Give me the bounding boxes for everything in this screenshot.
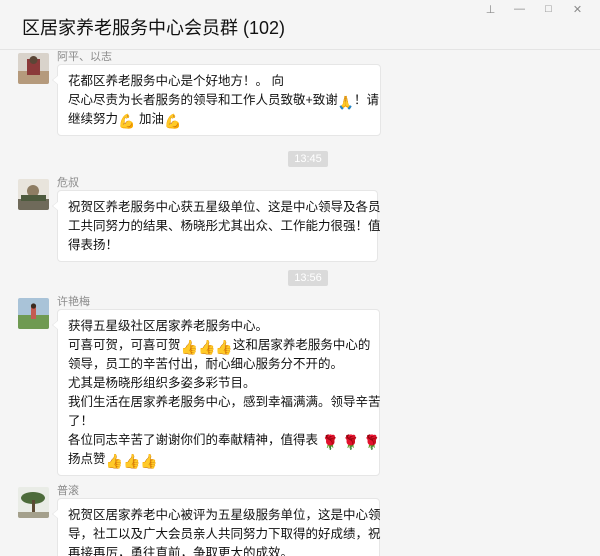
sender-name: 阿平、以志 [57, 51, 112, 63]
timestamp: 13:56 [288, 270, 328, 286]
pin-icon[interactable]: ⊥ [476, 0, 505, 18]
message-text: 花都区养老服务中心是个好地方！。 向 [68, 74, 284, 88]
thumbs-up-icon: 👍 [215, 339, 233, 355]
pray-emoji-icon: 🙏 [337, 95, 354, 110]
message-text: 我们生活在居家养老服务中心，感到幸福满满。领导辛苦 [68, 395, 381, 409]
message-text: 再接再厉，勇往直前，争取更大的成效。 [68, 546, 294, 556]
message-bubble[interactable]: 花都区养老服务中心是个好地方！。 向 尽心尽责为长者服务的领导和工作人员致敬+致… [52, 64, 381, 136]
message-text: 扬点赞 [68, 452, 106, 466]
message-text: 各位同志辛苦了谢谢你们的奉献精神，值得表 [68, 433, 319, 447]
flexed-biceps-icon: 💪 [163, 113, 182, 129]
message-text: 继续努力 [68, 112, 119, 126]
message-text: 了！ [68, 414, 94, 428]
minimize-icon[interactable]: — [505, 0, 534, 18]
message-text: 尤其是杨晓彤组织多姿多彩节目。 [68, 376, 256, 390]
message-text: 可喜可贺，可喜可贺 [68, 338, 181, 352]
message-text: ！请 [354, 93, 380, 107]
sender-name: 危叔 [57, 177, 79, 189]
window-controls: ⊥ — □ ✕ [476, 0, 592, 18]
rose-icon: 🌹 [321, 434, 339, 450]
thumbs-up-icon: 👍 [140, 453, 158, 469]
timestamp: 13:45 [288, 151, 328, 167]
message-text: 祝贺区养老服务中心获五星级单位、这是中心领导及各员 [68, 200, 381, 214]
sender-name: 普滚 [57, 485, 79, 497]
thumbs-up-icon: 👍 [197, 339, 216, 355]
message-bubble[interactable]: 祝贺区居家养老中心被评为五星级服务单位，这是中心领 导，社工以及广大会员亲人共同… [52, 498, 381, 556]
thumbs-up-icon: 👍 [180, 339, 198, 355]
rose-icon: 🌹 [363, 434, 381, 450]
avatar[interactable] [18, 179, 49, 210]
message-bubble[interactable]: 获得五星级社区居家养老服务中心。 可喜可贺，可喜可贺👍👍👍这和居家养老服务中心的… [52, 309, 381, 476]
avatar[interactable] [18, 298, 49, 329]
close-icon[interactable]: ✕ [563, 0, 592, 18]
maximize-icon[interactable]: □ [534, 0, 563, 18]
message-text: 加油 [138, 112, 164, 126]
thumbs-up-icon: 👍 [122, 453, 141, 469]
message-bubble[interactable]: 祝贺区养老服务中心获五星级单位、这是中心领导及各员 工共同努力的结果、杨晓彤尤其… [52, 190, 381, 262]
message-text: 祝贺区居家养老中心被评为五星级服务单位，这是中心领 [68, 508, 381, 522]
avatar[interactable] [18, 487, 49, 518]
message-text: 领导，员工的辛苦付出，耐心细心服务分不开的。 [68, 357, 344, 371]
message-text: 这和居家养老服务中心的 [232, 338, 371, 352]
message-text: 获得五星级社区居家养老服务中心。 [68, 319, 269, 333]
chat-title: 区居家养老服务中心会员群 (102) [22, 18, 286, 38]
avatar[interactable] [18, 53, 49, 84]
thumbs-up-icon: 👍 [105, 453, 123, 469]
chat-feed[interactable]: 阿平、以志 花都区养老服务中心是个好地方！。 向 尽心尽责为长者服务的领导和工作… [0, 51, 600, 556]
flexed-biceps-icon: 💪 [118, 113, 136, 129]
message-text: 得表扬！ [68, 238, 119, 252]
message-text: 工共同努力的结果、杨晓彤尤其出众、工作能力很强！值 [68, 219, 381, 233]
rose-icon: 🌹 [342, 434, 360, 450]
message-text: 导，社工以及广大会员亲人共同努力下取得的好成绩，祝 [68, 527, 381, 541]
sender-name: 许艳梅 [57, 296, 90, 308]
message-text: 尽心尽责为长者服务的领导和工作人员致敬+致谢 [68, 93, 338, 107]
title-bar: 区居家养老服务中心会员群 (102) ⊥ — □ ✕ [0, 0, 600, 50]
